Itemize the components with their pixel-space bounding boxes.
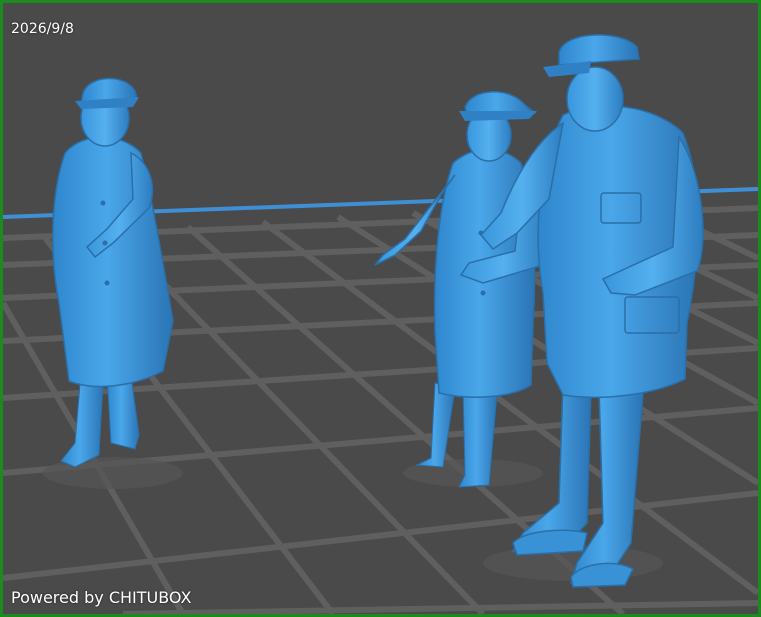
watermark-label: Powered by CHITUBOX <box>11 588 192 607</box>
date-label: 2026/9/8 <box>11 21 74 37</box>
figure-left[interactable] <box>52 77 174 468</box>
3d-viewport[interactable]: 2026/9/8 Powered by CHITUBOX <box>3 3 758 614</box>
scene-canvas[interactable] <box>3 3 758 614</box>
